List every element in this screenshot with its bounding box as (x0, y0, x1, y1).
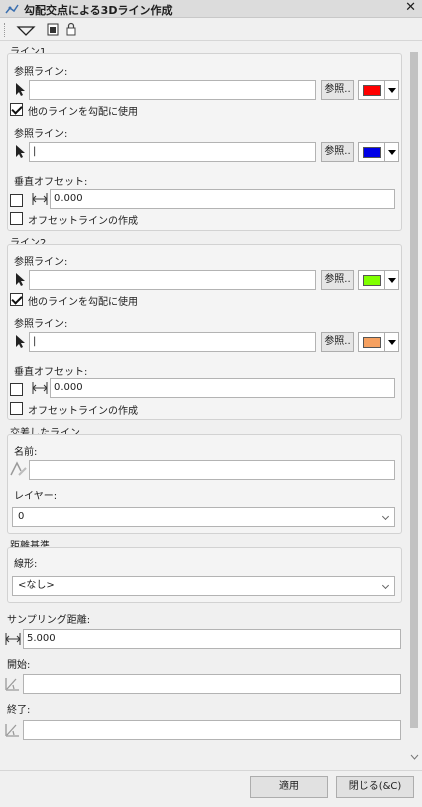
chevron-down-icon (384, 333, 399, 351)
pick-arrow-icon[interactable] (14, 144, 26, 159)
pick-arrow-icon[interactable] (14, 82, 26, 97)
line1-ref-label-2: 参照ライン: (14, 129, 68, 140)
layer-select-value: 0 (18, 511, 25, 522)
sampling-label: サンプリング距離: (7, 615, 91, 626)
vertical-scrollbar[interactable] (407, 42, 421, 770)
line1-create-offset-checkbox[interactable] (10, 212, 23, 225)
chevron-down-icon (384, 271, 399, 289)
line1-browse-button-1[interactable]: 参照.. (321, 80, 354, 100)
line-name-icon (10, 461, 27, 476)
line2-browse-button-1[interactable]: 参照.. (321, 270, 354, 290)
start-input[interactable] (23, 674, 401, 694)
close-icon[interactable]: ✕ (405, 0, 416, 16)
start-label: 開始: (7, 660, 31, 671)
line2-use-other-label: 他のラインを勾配に使用 (28, 297, 138, 308)
line1-browse-button-2[interactable]: 参照.. (321, 142, 354, 162)
line1-color-picker-1[interactable] (358, 80, 399, 100)
alignment-select-value: <なし> (18, 580, 55, 591)
line1-use-other-checkbox[interactable] (10, 103, 23, 116)
chevron-down-icon (381, 581, 390, 590)
scroll-down-icon[interactable] (410, 754, 419, 760)
line1-ref-input-1[interactable] (29, 80, 316, 100)
layer-select[interactable]: 0 (12, 507, 395, 527)
alignment-label: 線形: (14, 559, 38, 570)
line2-ref-input-1[interactable] (29, 270, 316, 290)
color-swatch (363, 147, 381, 158)
line2-offset-checkbox[interactable] (10, 383, 23, 396)
station-pick-icon[interactable] (4, 721, 22, 738)
line2-offset-label: 垂直オフセット: (14, 367, 88, 378)
line1-offset-checkbox[interactable] (10, 194, 23, 207)
line1-offset-input[interactable]: 0.000 (50, 189, 395, 209)
toolbar (0, 19, 422, 41)
intersect-layer-label: レイヤー: (14, 491, 58, 502)
toolbar-grip (4, 23, 6, 37)
pick-arrow-icon[interactable] (14, 334, 26, 349)
lock-icon[interactable] (66, 22, 76, 36)
distance-icon (5, 633, 21, 645)
distance-icon (32, 382, 48, 394)
line1-color-picker-2[interactable] (358, 142, 399, 162)
line2-offset-input[interactable]: 0.000 (50, 378, 395, 398)
dropdown-menu-icon[interactable] (16, 24, 36, 36)
color-swatch (363, 337, 381, 348)
line1-create-offset-label: オフセットラインの作成 (28, 216, 138, 227)
footer: 適用 閉じる(&C) (0, 770, 422, 807)
color-swatch (363, 85, 381, 96)
app-icon (5, 4, 19, 14)
chevron-down-icon (384, 81, 399, 99)
line2-browse-button-2[interactable]: 参照.. (321, 332, 354, 352)
line1-ref-input-2[interactable]: | (29, 142, 316, 162)
distance-icon (32, 193, 48, 205)
line2-ref-input-2[interactable]: | (29, 332, 316, 352)
scrollbar-thumb[interactable] (410, 52, 418, 728)
apply-button[interactable]: 適用 (250, 776, 328, 798)
title-bar: 勾配交点による3Dライン作成 ✕ (0, 0, 422, 18)
line1-offset-label: 垂直オフセット: (14, 177, 88, 188)
line2-color-picker-2[interactable] (358, 332, 399, 352)
line2-create-offset-checkbox[interactable] (10, 402, 23, 415)
line2-use-other-checkbox[interactable] (10, 293, 23, 306)
chevron-down-icon (384, 143, 399, 161)
station-pick-icon[interactable] (4, 675, 22, 692)
color-swatch (363, 275, 381, 286)
close-button[interactable]: 閉じる(&C) (336, 776, 414, 798)
footer-divider (0, 770, 422, 771)
intersect-name-input[interactable] (29, 460, 395, 480)
end-label: 終了: (7, 705, 31, 716)
line2-color-picker-1[interactable] (358, 270, 399, 290)
line2-ref-label-2: 参照ライン: (14, 319, 68, 330)
chevron-down-icon (381, 512, 390, 521)
intersect-name-label: 名前: (14, 447, 38, 458)
pick-arrow-icon[interactable] (14, 272, 26, 287)
sampling-input[interactable]: 5.000 (23, 629, 401, 649)
alignment-select[interactable]: <なし> (12, 576, 395, 596)
line2-create-offset-label: オフセットラインの作成 (28, 406, 138, 417)
line1-ref-label-1: 参照ライン: (14, 67, 68, 78)
line1-use-other-label: 他のラインを勾配に使用 (28, 107, 138, 118)
window-title: 勾配交点による3Dライン作成 (24, 4, 173, 17)
window-icon[interactable] (47, 23, 59, 36)
end-input[interactable] (23, 720, 401, 740)
line2-ref-label-1: 参照ライン: (14, 257, 68, 268)
